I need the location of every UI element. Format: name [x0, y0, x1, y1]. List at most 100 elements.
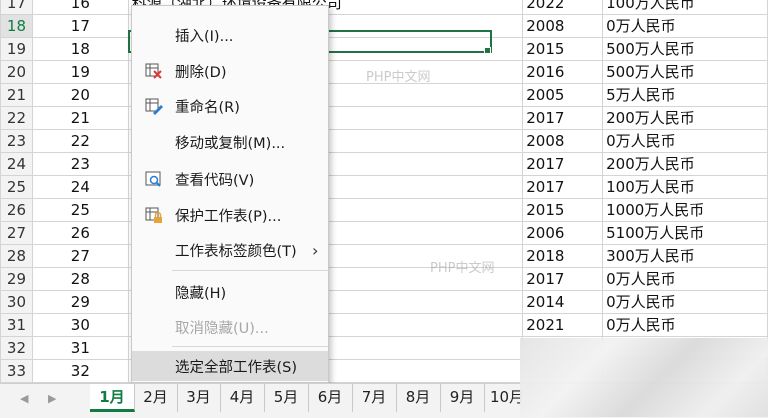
protect-sheet-icon [144, 205, 164, 225]
menu-item-insert[interactable]: 插入(I)... [132, 20, 328, 50]
watermark-text: PHP中文网 [366, 70, 431, 85]
capital-cell[interactable]: 0万人民币 [602, 267, 768, 291]
sheet-tab[interactable]: 3月 [177, 384, 221, 412]
capital-cell[interactable]: 1000万人民币 [602, 198, 768, 222]
menu-item-protect-sheet[interactable]: 保护工作表(P)... [132, 200, 328, 230]
year-cell[interactable]: 2017 [522, 152, 604, 176]
year-cell[interactable]: 2021 [522, 313, 604, 337]
watermark-text: PHP中文网 [430, 261, 495, 276]
index-cell[interactable]: 20 [31, 83, 129, 107]
row-header[interactable]: 22 [0, 106, 33, 130]
row-header[interactable]: 33 [0, 359, 33, 383]
sheet-tab-context-menu: 插入(I)... 删除(D) 重命名(R) 移动或复制(M)... 查看代码(V… [131, 5, 329, 383]
index-cell[interactable]: 28 [31, 267, 129, 291]
year-cell[interactable]: 2005 [522, 83, 604, 107]
sheet-tab[interactable]: 1月 [90, 384, 135, 412]
spreadsheet-grid[interactable]: 1716科源（湖北）环境设备有限公司2022100万人民币1817售20080万… [0, 0, 768, 383]
menu-item-move-copy[interactable]: 移动或复制(M)... [132, 127, 328, 157]
index-cell[interactable]: 19 [31, 60, 129, 84]
menu-item-view-code[interactable]: 查看代码(V) [132, 164, 328, 194]
sheet-tab[interactable]: 2月 [134, 384, 178, 412]
table-row: 1918司2015500万人民币 [0, 37, 768, 61]
table-row: 28 27 2018 300万人民币 [0, 244, 768, 268]
menu-item-tab-color[interactable]: 工作表标签颜色(T) › [132, 235, 328, 265]
menu-item-label: 取消隐藏(U)... [175, 320, 269, 337]
year-cell[interactable]: 2017 [522, 175, 604, 199]
sheet-tab[interactable]: 4月 [220, 384, 265, 412]
row-header[interactable]: 29 [0, 267, 33, 291]
table-row: 2625司20151000万人民币 [0, 198, 768, 222]
capital-cell[interactable]: 0万人民币 [602, 14, 768, 38]
scroll-tabs-right-icon[interactable]: ▶ [48, 392, 56, 405]
capital-cell[interactable]: 500万人民币 [602, 60, 768, 84]
table-row: 2423司2017200万人民币 [0, 152, 768, 176]
row-header[interactable]: 21 [0, 83, 33, 107]
year-cell[interactable]: 2017 [522, 267, 604, 291]
index-cell[interactable]: 22 [31, 129, 129, 153]
index-cell[interactable]: 16 [31, 0, 129, 15]
index-cell[interactable]: 31 [31, 336, 129, 360]
index-cell[interactable]: 18 [31, 37, 129, 61]
capital-cell[interactable]: 100万人民币 [602, 0, 768, 15]
row-header[interactable]: 30 [0, 290, 33, 314]
year-cell[interactable]: 2006 [522, 221, 604, 245]
capital-cell[interactable]: 100万人民币 [602, 175, 768, 199]
row-header[interactable]: 31 [0, 313, 33, 337]
table-row: 25 24 2017 100万人民币 [0, 175, 768, 199]
row-header[interactable]: 19 [0, 37, 33, 61]
menu-item-label: 隐藏(H) [175, 285, 227, 302]
menu-item-hide[interactable]: 隐藏(H) [132, 277, 328, 307]
index-cell[interactable]: 27 [31, 244, 129, 268]
capital-cell[interactable]: 0万人民币 [602, 290, 768, 314]
row-header[interactable]: 32 [0, 336, 33, 360]
row-header[interactable]: 17 [0, 0, 33, 15]
year-cell[interactable]: 2017 [522, 106, 604, 130]
capital-cell[interactable]: 500万人民币 [602, 37, 768, 61]
row-header[interactable]: 20 [0, 60, 33, 84]
submenu-arrow-icon: › [312, 240, 319, 260]
year-cell[interactable]: 2022 [522, 0, 604, 15]
menu-item-select-all-sheets[interactable]: 选定全部工作表(S) [132, 351, 328, 381]
row-header[interactable]: 27 [0, 221, 33, 245]
index-cell[interactable]: 17 [31, 14, 129, 38]
index-cell[interactable]: 24 [31, 175, 129, 199]
sheet-tab[interactable]: 7月 [352, 384, 397, 412]
index-cell[interactable]: 30 [31, 313, 129, 337]
menu-item-delete[interactable]: 删除(D) [132, 56, 328, 86]
year-cell[interactable]: 2015 [522, 198, 604, 222]
sheet-tab[interactable]: 5月 [264, 384, 309, 412]
capital-cell[interactable]: 0万人民币 [602, 313, 768, 337]
menu-item-label: 查看代码(V) [175, 172, 255, 189]
fill-handle[interactable] [484, 47, 491, 54]
row-header[interactable]: 28 [0, 244, 33, 268]
capital-cell[interactable]: 200万人民币 [602, 106, 768, 130]
sheet-tab[interactable]: 6月 [308, 384, 353, 412]
index-cell[interactable]: 23 [31, 152, 129, 176]
capital-cell[interactable]: 5万人民币 [602, 83, 768, 107]
index-cell[interactable]: 21 [31, 106, 129, 130]
capital-cell[interactable]: 200万人民币 [602, 152, 768, 176]
year-cell[interactable]: 2008 [522, 129, 604, 153]
index-cell[interactable]: 29 [31, 290, 129, 314]
row-header[interactable]: 25 [0, 175, 33, 199]
row-header[interactable]: 26 [0, 198, 33, 222]
row-header[interactable]: 18 [0, 14, 33, 38]
row-header[interactable]: 23 [0, 129, 33, 153]
sheet-tab[interactable]: 9月 [440, 384, 485, 412]
capital-cell[interactable]: 5100万人民币 [602, 221, 768, 245]
year-cell[interactable]: 2014 [522, 290, 604, 314]
year-cell[interactable]: 2016 [522, 60, 604, 84]
index-cell[interactable]: 25 [31, 198, 129, 222]
year-cell[interactable]: 2015 [522, 37, 604, 61]
index-cell[interactable]: 26 [31, 221, 129, 245]
row-header[interactable]: 24 [0, 152, 33, 176]
scroll-tabs-left-icon[interactable]: ◀ [20, 392, 28, 405]
sheet-tab[interactable]: 8月 [396, 384, 441, 412]
year-cell[interactable]: 2018 [522, 244, 604, 268]
capital-cell[interactable]: 300万人民币 [602, 244, 768, 268]
menu-item-rename[interactable]: 重命名(R) [132, 91, 328, 121]
capital-cell[interactable]: 0万人民币 [602, 129, 768, 153]
table-row: 23 22 2008 0万人民币 [0, 129, 768, 153]
year-cell[interactable]: 2008 [522, 14, 604, 38]
index-cell[interactable]: 32 [31, 359, 129, 383]
